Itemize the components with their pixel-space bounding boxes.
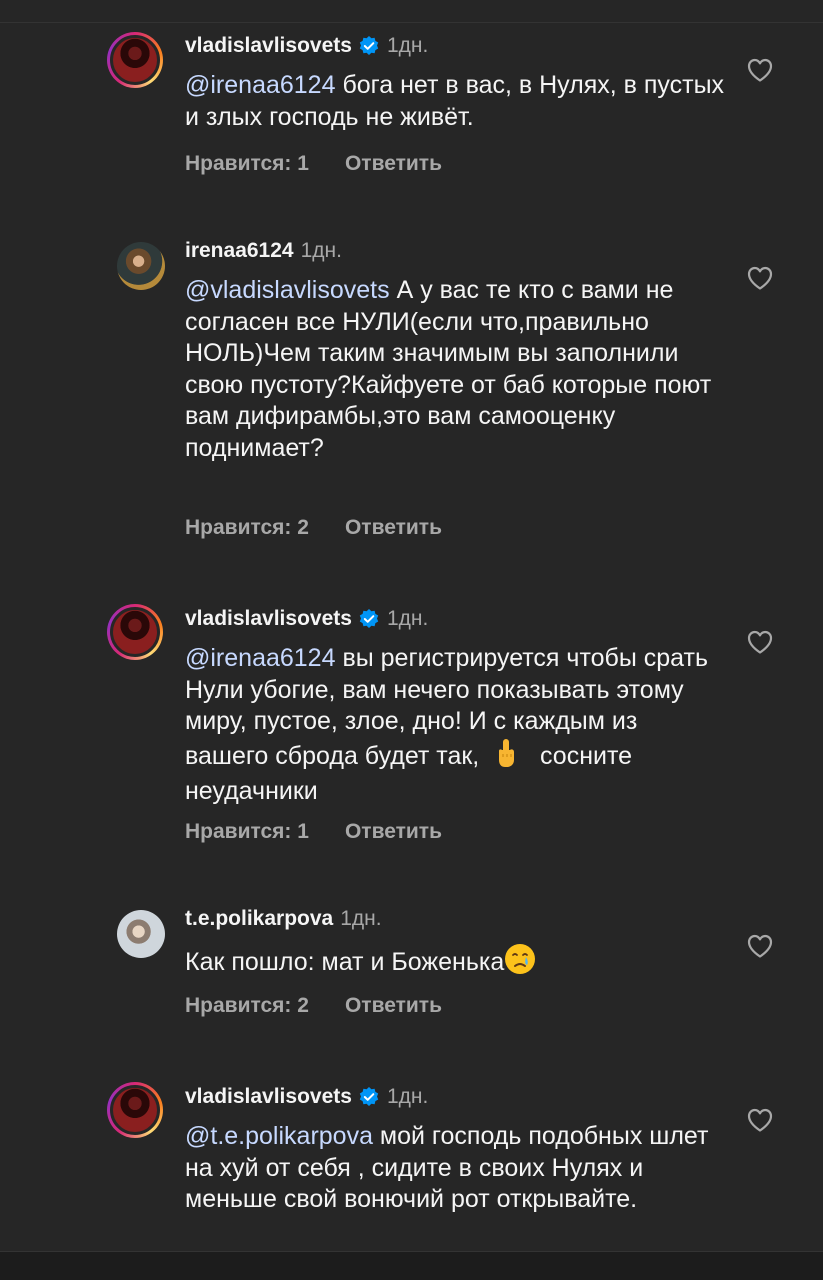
heart-outline-icon[interactable] (746, 1107, 774, 1133)
avatar[interactable] (107, 1082, 163, 1138)
likes-count[interactable]: Нравится: 1 (185, 820, 309, 844)
top-divider (0, 22, 823, 23)
avatar[interactable] (107, 604, 163, 660)
mention-link[interactable]: @t.e.polikarpova (185, 1122, 373, 1150)
likes-count[interactable]: Нравится: 2 (185, 994, 309, 1018)
comment-time: 1дн. (386, 34, 429, 57)
verified-badge-icon (358, 608, 380, 630)
heart-outline-icon[interactable] (746, 933, 774, 959)
comment-actions: Нравится: 1 Ответить (185, 152, 442, 176)
avatar[interactable] (117, 242, 165, 290)
comment-header: vladislavlisovets 1дн. (185, 1083, 428, 1111)
likes-count[interactable]: Нравится: 1 (185, 152, 309, 176)
likes-count[interactable]: Нравится: 2 (185, 516, 309, 540)
comment-time: 1дн. (386, 607, 429, 630)
comment-actions: Нравится: 2 Ответить (185, 516, 442, 540)
verified-badge-icon (358, 35, 380, 57)
middle-finger-emoji (493, 738, 519, 777)
comment-header: irenaa6124 1дн. (185, 237, 342, 265)
username[interactable]: vladislavlisovets (185, 607, 352, 631)
avatar[interactable] (117, 910, 165, 958)
reply-button[interactable]: Ответить (345, 820, 442, 844)
comment-header: vladislavlisovets 1дн. (185, 605, 428, 633)
comment-text: @vladislavlisovets А у вас те кто с вами… (185, 276, 712, 462)
bottom-bar (0, 1251, 823, 1280)
username[interactable]: t.e.polikarpova (185, 907, 333, 931)
heart-outline-icon[interactable] (746, 265, 774, 291)
comment-header: vladislavlisovets 1дн. (185, 32, 428, 60)
comment-text: Как пошло: мат и Боженька (185, 943, 725, 984)
mention-link[interactable]: @irenaa6124 (185, 644, 336, 672)
comment-time: 1дн. (300, 239, 342, 262)
reply-button[interactable]: Ответить (345, 152, 442, 176)
verified-badge-icon (358, 1086, 380, 1108)
mention-link[interactable]: @irenaa6124 (185, 71, 336, 99)
heart-outline-icon[interactable] (746, 57, 774, 83)
comment-time: 1дн. (340, 907, 382, 930)
avatar[interactable] (107, 32, 163, 88)
mention-link[interactable]: @vladislavlisovets (185, 276, 390, 304)
comment-actions: Нравится: 1 Ответить (185, 820, 442, 844)
comment-text: @irenaa6124 бога нет в вас, в Нулях, в п… (185, 71, 725, 131)
comment-header: t.e.polikarpova 1дн. (185, 905, 382, 933)
username[interactable]: irenaa6124 (185, 239, 294, 263)
username[interactable]: vladislavlisovets (185, 34, 352, 58)
comment-text: @t.e.polikarpova мой господь подобных шл… (185, 1122, 709, 1213)
heart-outline-icon[interactable] (746, 629, 774, 655)
comment-time: 1дн. (386, 1085, 429, 1108)
comment-text: @irenaa6124 вы регистрируется чтобы срат… (185, 644, 708, 805)
reply-button[interactable]: Ответить (345, 516, 442, 540)
crying-face-emoji (504, 943, 536, 984)
comment-actions: Нравится: 2 Ответить (185, 994, 442, 1018)
username[interactable]: vladislavlisovets (185, 1085, 352, 1109)
reply-button[interactable]: Ответить (345, 994, 442, 1018)
